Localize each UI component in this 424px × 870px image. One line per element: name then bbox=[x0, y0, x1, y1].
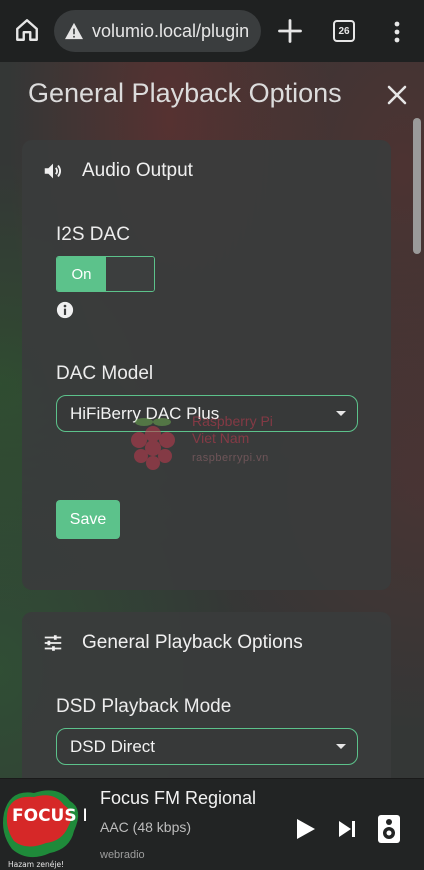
warning-icon bbox=[65, 22, 83, 40]
track-format: AAC (48 kbps) bbox=[100, 819, 192, 835]
sliders-icon bbox=[44, 635, 62, 651]
raspberry-logo-icon bbox=[131, 418, 175, 470]
browser-toolbar: volumio.local/plugin 26 bbox=[0, 0, 424, 62]
home-icon[interactable] bbox=[14, 17, 40, 43]
scrollbar[interactable] bbox=[413, 118, 421, 254]
chevron-down-icon bbox=[336, 744, 346, 749]
album-logo-text: FOCUS FM bbox=[12, 806, 86, 826]
toggle-off-area bbox=[106, 257, 154, 291]
track-source: webradio bbox=[100, 849, 145, 861]
watermark-line-1: Raspberry Pi bbox=[192, 413, 273, 429]
save-button[interactable]: Save bbox=[56, 500, 120, 539]
album-art[interactable]: FOCUS FM Hazam zenéje! bbox=[0, 783, 86, 870]
plus-icon[interactable] bbox=[276, 17, 304, 45]
page-title: General Playback Options bbox=[28, 78, 342, 108]
close-icon[interactable] bbox=[386, 84, 408, 106]
dsd-playback-select[interactable]: DSD Direct bbox=[56, 728, 358, 765]
info-icon[interactable] bbox=[56, 301, 74, 319]
toggle-on-label: On bbox=[57, 257, 106, 291]
dac-model-label: DAC Model bbox=[56, 363, 154, 384]
chevron-down-icon bbox=[336, 411, 346, 416]
watermark-line-3: raspberrypi.vn bbox=[192, 452, 269, 464]
audio-output-card: Audio Output I2S DAC On DAC Model HiFiBe… bbox=[22, 140, 391, 590]
audio-output-header: Audio Output bbox=[42, 160, 193, 182]
url-text: volumio.local/plugin bbox=[92, 20, 250, 41]
album-caption: Hazam zenéje! bbox=[8, 860, 64, 869]
dsd-playback-value: DSD Direct bbox=[70, 736, 156, 756]
skip-next-icon[interactable] bbox=[337, 819, 357, 839]
audio-output-title: Audio Output bbox=[82, 160, 193, 181]
track-title: Focus FM Regional bbox=[100, 788, 257, 808]
tabs-icon[interactable]: 26 bbox=[333, 20, 355, 42]
i2s-dac-label: I2S DAC bbox=[56, 224, 130, 245]
tab-count: 26 bbox=[338, 25, 350, 37]
i2s-dac-toggle[interactable]: On bbox=[56, 256, 155, 292]
general-playback-header: General Playback Options bbox=[42, 632, 303, 654]
play-icon[interactable] bbox=[293, 817, 317, 841]
speaker-icon[interactable] bbox=[377, 814, 401, 844]
more-vert-icon[interactable] bbox=[388, 20, 406, 44]
watermark: Raspberry Pi Viet Nam raspberrypi.vn bbox=[124, 412, 294, 472]
player-bar: FOCUS FM Hazam zenéje! Focus FM Regional… bbox=[0, 778, 424, 870]
volume-icon bbox=[44, 163, 62, 179]
watermark-line-2: Viet Nam bbox=[192, 430, 250, 446]
address-bar[interactable]: volumio.local/plugin bbox=[54, 10, 261, 52]
general-playback-title: General Playback Options bbox=[82, 632, 303, 653]
dsd-playback-label: DSD Playback Mode bbox=[56, 696, 232, 717]
